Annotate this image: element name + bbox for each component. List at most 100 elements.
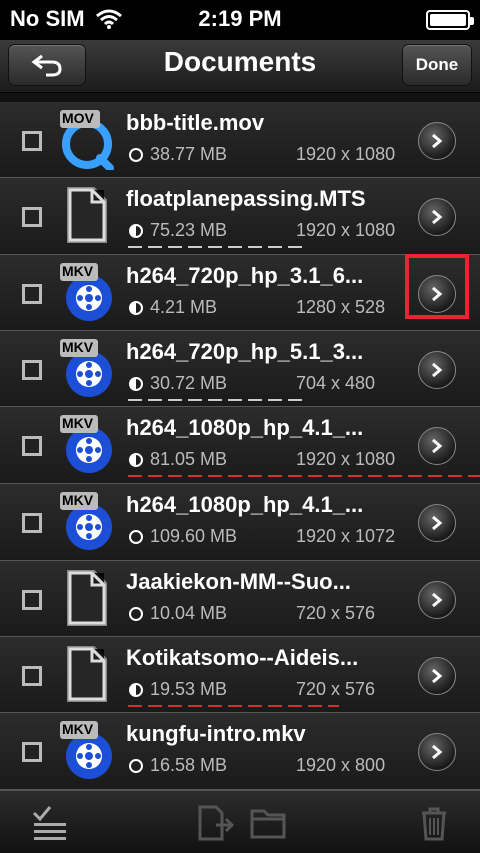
select-checkbox[interactable] [22, 590, 42, 610]
file-resolution: 1920 x 1080 [296, 144, 396, 164]
trash-icon[interactable] [414, 803, 454, 843]
bottom-toolbar [0, 790, 480, 853]
status-ring-icon [129, 223, 143, 238]
file-resolution: 720 x 576 [296, 603, 376, 623]
chevron-right-icon [432, 362, 443, 378]
file-meta: 75.23 MB [128, 220, 227, 241]
file-resolution: 1920 x 1080 [296, 220, 396, 240]
file-type-badge: MOV [62, 110, 94, 126]
document-icon [67, 646, 107, 702]
file-size: 75.23 MB [150, 220, 228, 240]
file-type-badge: MKV [62, 721, 94, 737]
file-resolution: 1920 x 1072 [296, 526, 396, 546]
chevron-right-icon [432, 133, 443, 149]
file-row[interactable]: MOV bbb-title.mov 38.77 MB 1920 x 1080 [0, 102, 480, 178]
move-to-folder-icon[interactable] [196, 803, 236, 843]
file-name: bbb-title.mov [126, 110, 265, 135]
file-meta: 19.53 MB [128, 679, 227, 700]
file-row[interactable]: MKV h264_1080p_hp_4.1_... 81.05 MB 1920 x 1… [0, 407, 480, 484]
file-name: Jaakiekon-MM--Suo... [126, 569, 351, 594]
file-name: h264_1080p_hp_4.1_... [126, 415, 364, 440]
status-ring-icon [129, 300, 143, 315]
file-size: 10.04 MB [150, 603, 228, 623]
file-type-badge: MKV [62, 339, 94, 355]
status-time: 2:19 PM [198, 6, 282, 31]
file-row[interactable]: Kotikatsomo--Aideis... 19.53 MB 720 x 576 [0, 637, 480, 713]
file-size: 16.58 MB [150, 755, 228, 775]
detail-disclosure-button[interactable] [418, 581, 456, 619]
select-checkbox[interactable] [22, 131, 42, 151]
file-type-badge: MKV [62, 263, 94, 279]
chevron-right-icon [432, 438, 443, 454]
file-name: Kotikatsomo--Aideis... [126, 645, 359, 670]
file-meta: 81.05 MB [128, 449, 227, 470]
chevron-right-icon [432, 209, 443, 225]
status-bar: No SIM 2:19 PM [0, 0, 480, 40]
select-checkbox[interactable] [22, 513, 42, 533]
status-ring-icon [129, 682, 143, 697]
detail-disclosure-button[interactable] [418, 427, 456, 465]
select-checkbox[interactable] [22, 284, 42, 304]
file-meta: 30.72 MB [128, 373, 227, 394]
file-row[interactable]: floatplanepassing.MTS 75.23 MB 1920 x 1080 [0, 178, 480, 255]
file-size: 30.72 MB [150, 373, 228, 393]
file-size: 19.53 MB [150, 679, 228, 699]
file-size: 81.05 MB [150, 449, 228, 469]
file-meta: 10.04 MB [128, 603, 227, 624]
file-size: 38.77 MB [150, 144, 228, 164]
file-name: h264_720p_hp_5.1_3... [126, 339, 364, 364]
status-ring-icon [129, 758, 143, 773]
detail-disclosure-button[interactable] [418, 351, 456, 389]
nav-bar: Documents Done [0, 40, 480, 93]
select-checkbox[interactable] [22, 742, 42, 762]
select-checkbox[interactable] [22, 436, 42, 456]
file-name: floatplanepassing.MTS [126, 186, 366, 211]
status-ring-icon [129, 376, 143, 391]
status-ring-icon [129, 606, 143, 621]
file-row[interactable]: MKV kungfu-intro.mkv 16.58 MB 1920 x 800 [0, 713, 480, 790]
done-button[interactable]: Done [402, 44, 472, 86]
file-name: h264_720p_hp_3.1_6... [126, 263, 364, 288]
file-resolution: 1920 x 1080 [296, 449, 396, 469]
select-all-icon[interactable] [30, 803, 70, 843]
file-size: 109.60 MB [150, 526, 238, 546]
document-icon [67, 570, 107, 626]
detail-disclosure-button[interactable] [418, 122, 456, 160]
file-meta: 16.58 MB [128, 755, 227, 776]
status-ring-icon [129, 147, 143, 162]
conversion-progress [128, 705, 340, 707]
select-checkbox[interactable] [22, 360, 42, 380]
conversion-progress [128, 399, 304, 401]
file-meta: 109.60 MB [128, 526, 237, 547]
status-ring-icon [129, 529, 143, 544]
detail-disclosure-button[interactable] [418, 733, 456, 771]
file-type-badge: MKV [62, 415, 94, 431]
battery-icon [426, 10, 474, 30]
file-name: kungfu-intro.mkv [126, 721, 306, 746]
select-checkbox[interactable] [22, 207, 42, 227]
chevron-right-icon [432, 668, 443, 684]
file-resolution: 1280 x 528 [296, 297, 386, 317]
document-icon [67, 187, 107, 243]
conversion-progress [128, 246, 304, 248]
select-checkbox[interactable] [22, 666, 42, 686]
chevron-right-icon [432, 515, 443, 531]
chevron-right-icon [432, 744, 443, 760]
status-ring-icon [129, 452, 143, 467]
file-row[interactable]: MKV h264_720p_hp_5.1_3... 30.72 MB 704 x 48… [0, 331, 480, 407]
file-size: 4.21 MB [150, 297, 218, 317]
file-type-badge: MKV [62, 492, 94, 508]
file-list: MOV bbb-title.mov 38.77 MB 1920 x 1080 float… [0, 102, 480, 790]
conversion-progress [128, 475, 480, 477]
file-resolution: 704 x 480 [296, 373, 376, 393]
file-row[interactable]: Jaakiekon-MM--Suo... 10.04 MB 720 x 576 [0, 561, 480, 637]
detail-disclosure-button[interactable] [418, 504, 456, 542]
detail-disclosure-button[interactable] [418, 657, 456, 695]
file-name: h264_1080p_hp_4.1_... [126, 492, 364, 517]
file-row[interactable]: MKV h264_1080p_hp_4.1_... 109.60 MB 1920 x … [0, 484, 480, 561]
folder-icon[interactable] [248, 803, 288, 843]
highlight-box [405, 254, 469, 319]
file-meta: 4.21 MB [128, 297, 217, 318]
detail-disclosure-button[interactable] [418, 198, 456, 236]
file-meta: 38.77 MB [128, 144, 227, 165]
